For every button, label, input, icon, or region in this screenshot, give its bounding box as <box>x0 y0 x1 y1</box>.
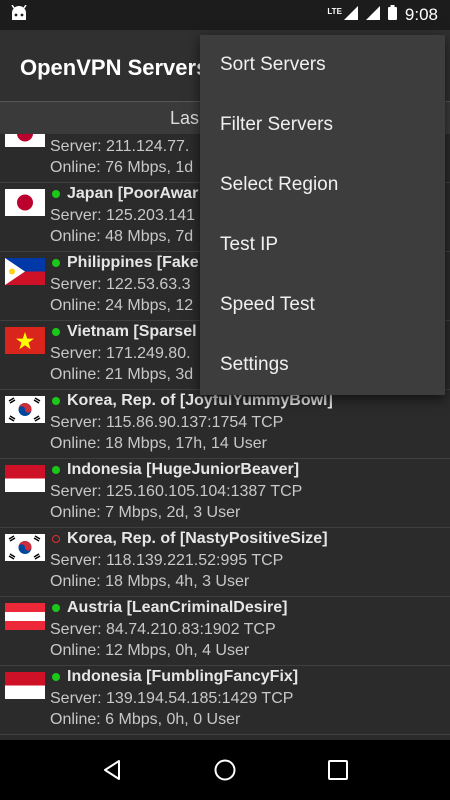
status-dot-icon <box>52 535 60 543</box>
status-dot-icon <box>52 259 60 267</box>
server-address: Server: 118.139.221.52:995 TCP <box>50 552 284 569</box>
server-title: Vietnam [Sparsel <box>50 323 197 341</box>
server-title: Austria [LeanCriminalDesire] <box>50 599 288 617</box>
server-name: Philippines [Fake <box>67 254 199 271</box>
battery-icon <box>387 5 397 25</box>
status-dot-icon <box>52 397 60 405</box>
list-header-label: Las <box>170 107 200 128</box>
server-online-info: Online: 6 Mbps, 0h, 0 User <box>50 711 241 728</box>
server-online-info: Online: 18 Mbps, 4h, 3 User <box>50 573 250 590</box>
menu-item-sort-servers[interactable]: Sort Servers <box>200 35 445 95</box>
server-address: Server: 84.74.210.83:1902 TCP <box>50 621 276 638</box>
server-address: Server: 125.160.105.104:1387 TCP <box>50 483 303 500</box>
server-list-item[interactable]: Indonesia [HugeJuniorBeaver] Server: 125.… <box>0 459 450 528</box>
indonesia-flag-icon <box>5 672 45 699</box>
home-icon[interactable] <box>205 750 245 790</box>
server-online-info: Online: 7 Mbps, 2d, 3 User <box>50 504 241 521</box>
status-dot-icon <box>52 604 60 612</box>
server-title: Korea, Rep. of [NastyPositiveSize] <box>50 530 328 548</box>
lte-label: LTE <box>327 6 342 16</box>
menu-item-select-region[interactable]: Select Region <box>200 155 445 215</box>
signal-icon <box>343 5 358 25</box>
server-name: Korea, Rep. of [NastyPositiveSize] <box>67 530 328 547</box>
android-icon <box>10 4 28 26</box>
japan-flag-icon <box>5 134 45 147</box>
vietnam-flag-icon <box>5 327 45 354</box>
server-name: Indonesia [HugeJuniorBeaver] <box>67 461 300 478</box>
server-title: Indonesia [HugeJuniorBeaver] <box>50 461 299 479</box>
server-list-item[interactable]: Korea, Rep. of [NastyPositiveSize] Server… <box>0 528 450 597</box>
overflow-menu: Sort Servers Filter Servers Select Regio… <box>200 35 445 395</box>
server-address: Server: 139.194.54.185:1429 TCP <box>50 690 294 707</box>
korea-flag-icon <box>5 396 45 423</box>
indonesia-flag-icon <box>5 465 45 492</box>
server-address: Server: 125.203.141 <box>50 207 195 224</box>
japan-flag-icon <box>5 189 45 216</box>
server-name: Austria [LeanCriminalDesire] <box>67 599 288 616</box>
signal-icon-2 <box>365 5 380 25</box>
server-title: Indonesia [FumblingFancyFix] <box>50 668 298 686</box>
status-dot-icon <box>52 466 60 474</box>
server-name: Vietnam [Sparsel <box>67 323 197 340</box>
status-time: 9:08 <box>404 5 438 24</box>
server-online-info: Online: 21 Mbps, 3d <box>50 366 194 383</box>
server-address: Server: 115.86.90.137:1754 TCP <box>50 414 284 431</box>
status-dot-icon <box>52 328 60 336</box>
server-title: Philippines [Fake <box>50 254 199 272</box>
navigation-bar <box>0 740 450 800</box>
server-address: Server: 171.249.80. <box>50 345 191 362</box>
server-online-info: Online: 18 Mbps, 17h, 14 User <box>50 435 268 452</box>
menu-item-speed-test[interactable]: Speed Test <box>200 275 445 335</box>
menu-item-settings[interactable]: Settings <box>200 335 445 395</box>
status-right: LTE 9:08 <box>327 5 438 25</box>
server-list-item[interactable]: Indonesia [FumblingFancyFix] Server: 139.… <box>0 666 450 735</box>
philippines-flag-icon <box>5 258 45 285</box>
server-list-item[interactable]: Austria [LeanCriminalDesire] Server: 84.7… <box>0 597 450 666</box>
server-list-item[interactable]: Korea, Rep. of [JoyfulYummyBowl] Server: … <box>0 390 450 459</box>
menu-item-filter-servers[interactable]: Filter Servers <box>200 95 445 155</box>
server-address: Server: 122.53.63.3 <box>50 276 191 293</box>
server-name: Indonesia [FumblingFancyFix] <box>67 668 299 685</box>
server-address: Server: 211.124.77. <box>50 138 190 155</box>
recents-icon[interactable] <box>318 750 358 790</box>
austria-flag-icon <box>5 603 45 630</box>
server-online-info: Online: 76 Mbps, 1d <box>50 159 194 176</box>
status-dot-icon <box>52 190 60 198</box>
server-online-info: Online: 24 Mbps, 12 <box>50 297 194 314</box>
server-online-info: Online: 48 Mbps, 7d <box>50 228 194 245</box>
menu-item-test-ip[interactable]: Test IP <box>200 215 445 275</box>
server-name: Japan [PoorAwar <box>67 185 199 202</box>
korea-flag-icon <box>5 534 45 561</box>
server-online-info: Online: 12 Mbps, 0h, 4 User <box>50 642 250 659</box>
status-bar: LTE 9:08 <box>0 0 450 30</box>
server-title: Japan [PoorAwar <box>50 185 198 203</box>
status-dot-icon <box>52 673 60 681</box>
app-title: OpenVPN Servers <box>20 54 209 80</box>
back-icon[interactable] <box>92 750 132 790</box>
